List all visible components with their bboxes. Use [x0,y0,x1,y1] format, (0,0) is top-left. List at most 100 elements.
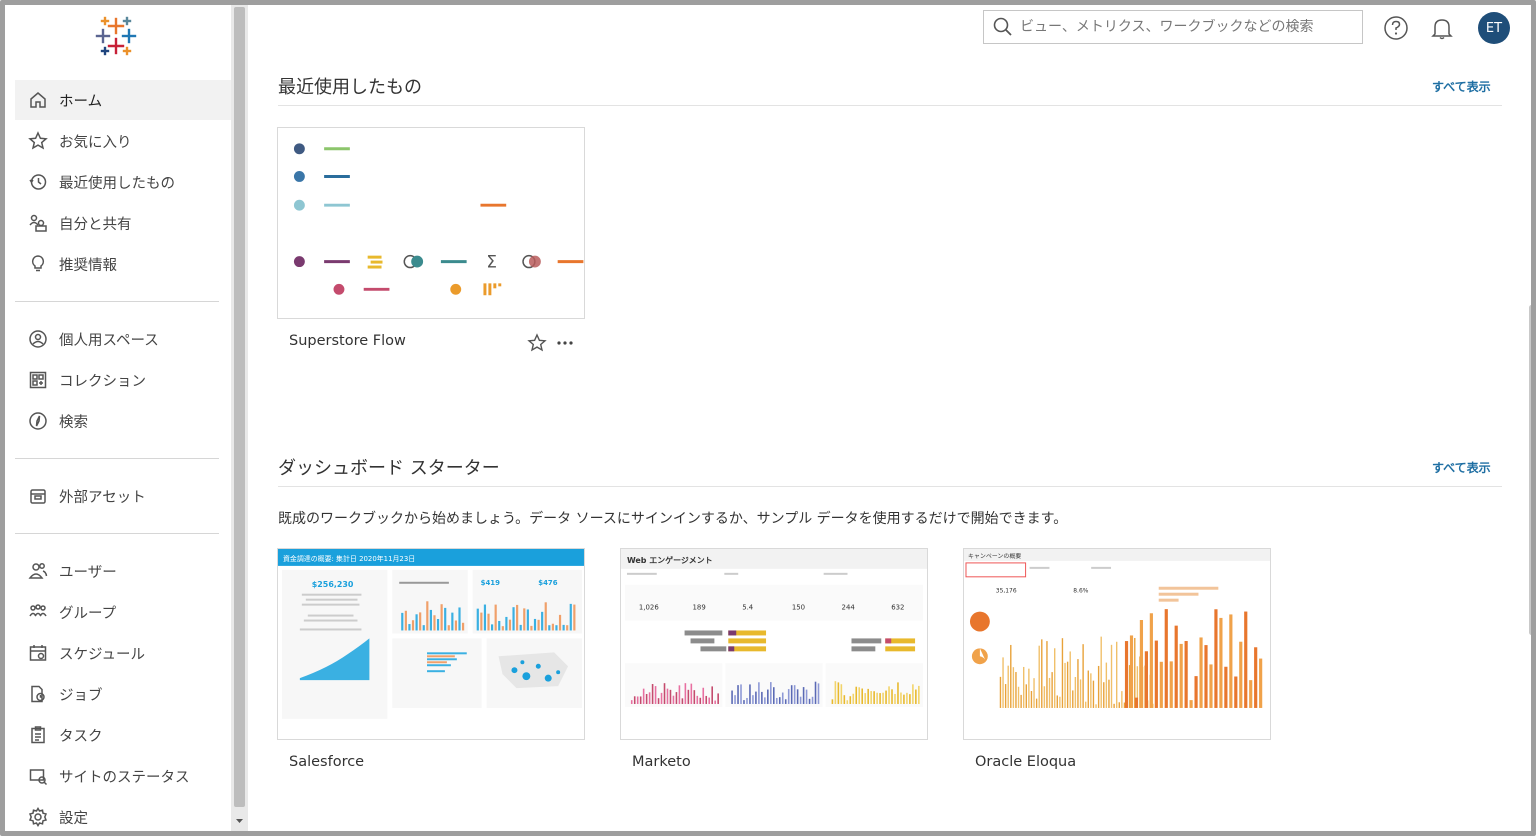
oracle-eloqua-thumbnail[interactable]: キャンペーンの概要 35,176 8.6% [963,548,1271,740]
sidebar-item-recents[interactable]: 最近使用したもの [15,162,231,202]
home-icon [27,89,49,111]
gear-icon [27,806,49,828]
compass-icon [27,410,49,432]
sidebar-item-groups[interactable]: グループ [15,592,231,632]
svg-text:Σ: Σ [486,252,497,272]
sidebar-item-explore[interactable]: 検索 [15,401,231,441]
section-divider [278,105,1502,106]
search-box[interactable] [983,10,1363,44]
external-assets-icon [27,485,49,507]
sidebar-scrollbar-thumb[interactable] [234,7,245,807]
sidebar-divider [15,301,219,302]
sidebar: ホーム お気に入り 最近使用したもの 自分と共有 推奨情報 個人用スペース コレ… [5,5,231,831]
favorite-star-icon[interactable] [527,333,547,353]
sidebar-item-label: サイトのステータス [59,769,190,786]
sidebar-item-label: 検索 [59,414,88,431]
calendar-icon [27,642,49,664]
sidebar-item-label: 最近使用したもの [59,175,175,192]
card-title[interactable]: Oracle Eloqua [975,754,1076,770]
groups-icon [27,601,49,623]
sidebar-item-label: ジョブ [59,687,103,704]
section-divider [278,486,1502,487]
oracle-eloqua-dashboard-preview: キャンペーンの概要 35,176 8.6% [964,549,1270,708]
thumb-kpi: $419 [481,579,500,587]
sidebar-item-home[interactable]: ホーム [15,80,231,120]
sidebar-item-external-assets[interactable]: 外部アセット [15,476,231,516]
sidebar-item-label: ユーザー [59,564,117,581]
sidebar-item-label: 設定 [59,810,88,827]
recents-section-title: 最近使用したもの [278,77,422,98]
salesforce-thumbnail[interactable]: 資金調達の概要: 集計日 2020年11月23日 $256,230 $419 $… [277,548,585,740]
sidebar-item-site-status[interactable]: サイトのステータス [15,756,231,796]
card-title[interactable]: Marketo [632,754,691,770]
tableau-logo-icon[interactable] [93,13,139,59]
star-icon [27,130,49,152]
tasks-clipboard-icon [27,724,49,746]
shared-users-icon [27,212,49,234]
avatar[interactable]: ET [1478,12,1510,44]
sidebar-item-label: スケジュール [59,646,145,663]
scroll-down-arrow-icon[interactable] [234,816,245,826]
sidebar-item-label: 推奨情報 [59,257,117,274]
sidebar-divider [15,533,219,534]
jobs-icon [27,683,49,705]
thumb-kpi: 150 [792,604,805,612]
sidebar-item-users[interactable]: ユーザー [15,551,231,591]
superstore-flow-thumbnail[interactable]: Σ [277,127,585,319]
sidebar-item-recommendations[interactable]: 推奨情報 [15,244,231,284]
app-window: ホーム お気に入り 最近使用したもの 自分と共有 推奨情報 個人用スペース コレ… [0,0,1536,836]
thumb-kpi: 1,026 [639,604,659,612]
sidebar-item-label: ホーム [59,93,103,110]
thumb-kpi: 244 [842,604,856,612]
starters-section-title: ダッシュボード スターター [278,458,500,479]
sidebar-item-favorites[interactable]: お気に入り [15,121,231,161]
thumb-kpi: 189 [693,604,706,612]
main-scrollbar-thumb[interactable] [1529,305,1531,635]
thumb-title: キャンペーンの概要 [968,552,1021,560]
sidebar-item-personal-space[interactable]: 個人用スペース [15,319,231,359]
sidebar-item-settings[interactable]: 設定 [15,797,231,831]
sidebar-item-shared[interactable]: 自分と共有 [15,203,231,243]
card-title[interactable]: Superstore Flow [289,333,406,349]
marketo-dashboard-preview: Web エンゲージメント 1,026 189 5.4 150 244 632 [621,549,927,707]
sidebar-item-tasks[interactable]: タスク [15,715,231,755]
user-circle-icon [27,328,49,350]
sidebar-item-label: 個人用スペース [59,332,159,349]
sidebar-item-label: 自分と共有 [59,216,132,233]
search-input[interactable] [1020,19,1340,35]
sidebar-item-label: 外部アセット [59,489,146,506]
sidebar-item-schedules[interactable]: スケジュール [15,633,231,673]
thumb-kpi: 35,176 [996,588,1017,595]
thumb-title: 資金調達の概要: 集計日 2020年11月23日 [283,554,415,563]
help-icon[interactable] [1383,15,1409,41]
sidebar-item-jobs[interactable]: ジョブ [15,674,231,714]
flow-diagram-icon: Σ [293,143,584,296]
sidebar-divider [15,458,219,459]
main-scrollbar-track[interactable] [1526,5,1531,831]
card-title[interactable]: Salesforce [289,754,364,770]
starters-description: 既成のワークブックから始めましょう。データ ソースにサインインするか、サンプル … [278,511,1068,527]
lightbulb-icon [27,253,49,275]
thumb-kpi: 632 [891,604,904,612]
thumb-kpi: $256,230 [312,580,354,589]
sidebar-item-label: タスク [59,728,103,745]
sidebar-item-label: グループ [59,605,117,622]
thumb-kpi: 8.6% [1073,588,1088,595]
recents-view-all-link[interactable]: すべて表示 [1432,78,1491,95]
sidebar-item-label: コレクション [59,373,146,390]
more-actions-icon[interactable] [556,339,574,347]
starters-view-all-link[interactable]: すべて表示 [1432,459,1491,476]
marketo-thumbnail[interactable]: Web エンゲージメント 1,026 189 5.4 150 244 632 [620,548,928,740]
salesforce-dashboard-preview: 資金調達の概要: 集計日 2020年11月23日 $256,230 $419 $… [278,549,584,719]
thumb-kpi: 5.4 [742,604,754,612]
thumb-title: Web エンゲージメント [627,555,713,565]
users-icon [27,560,49,582]
history-clock-icon [27,171,49,193]
collections-grid-icon [27,369,49,391]
sidebar-item-label: お気に入り [59,134,132,151]
thumb-kpi: $476 [538,579,557,587]
bell-icon[interactable] [1429,15,1455,41]
search-icon [993,17,1012,36]
sidebar-item-collections[interactable]: コレクション [15,360,231,400]
site-status-icon [27,765,49,787]
